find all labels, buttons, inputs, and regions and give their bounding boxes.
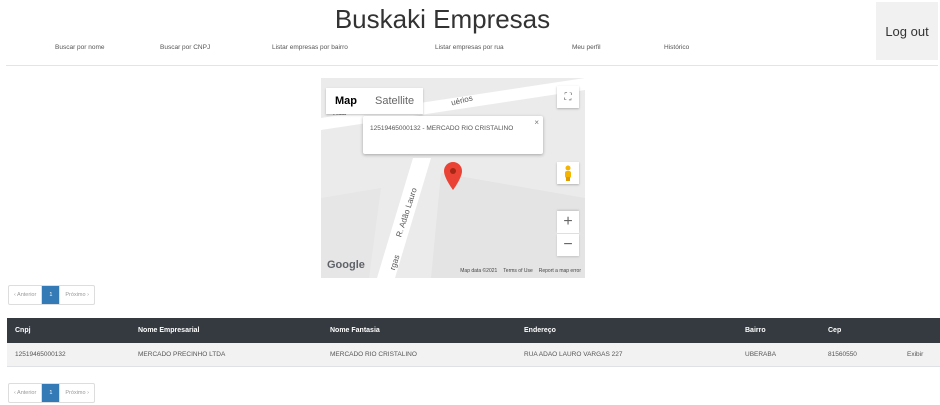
zoom-out-button[interactable]: −: [557, 234, 579, 256]
table-header: Cnpj Nome Empresarial Nome Fantasia Ende…: [7, 318, 940, 343]
next-page-button[interactable]: Próximo ›: [60, 384, 94, 402]
header-divider: [6, 65, 938, 66]
nav-buscar-cnpj[interactable]: Buscar por CNPJ: [160, 44, 210, 51]
prev-page-button[interactable]: ‹ Anterior: [9, 384, 43, 402]
current-page-button[interactable]: 1: [42, 384, 61, 402]
report-error-link[interactable]: Report a map error: [539, 268, 581, 274]
nav-listar-rua[interactable]: Listar empresas por rua: [435, 44, 504, 51]
pegman-icon[interactable]: [557, 162, 579, 184]
top-nav: Buscar por nome Buscar por CNPJ Listar e…: [0, 42, 870, 54]
close-icon[interactable]: ×: [534, 118, 539, 127]
map-type-tabs: Map Satellite: [326, 88, 424, 114]
nav-historico[interactable]: Histórico: [664, 44, 689, 51]
fullscreen-icon[interactable]: ⛶: [557, 86, 579, 108]
header-nome-empresarial: Nome Empresarial: [138, 327, 200, 334]
cell-endereco: RUA ADAO LAURO VARGAS 227: [524, 351, 623, 358]
terms-link[interactable]: Terms of Use: [503, 268, 532, 274]
current-page-button[interactable]: 1: [42, 286, 61, 304]
pagination-bottom: ‹ Anterior 1 Próximo ›: [8, 383, 95, 403]
nav-listar-bairro[interactable]: Listar empresas por bairro: [272, 44, 348, 51]
cell-nome-empresarial: MERCADO PRECINHO LTDA: [138, 351, 226, 358]
map-tab[interactable]: Map: [326, 88, 366, 114]
next-page-button[interactable]: Próximo ›: [60, 286, 94, 304]
page-title: Buskaki Empresas: [334, 4, 551, 34]
nav-meu-perfil[interactable]: Meu perfil: [572, 44, 601, 51]
header-nome-fantasia: Nome Fantasia: [330, 327, 380, 334]
header-endereco: Endereço: [524, 327, 556, 334]
google-logo: Google: [327, 259, 365, 271]
satellite-tab[interactable]: Satellite: [366, 88, 423, 114]
cell-bairro: UBERABA: [745, 351, 777, 358]
nav-buscar-nome[interactable]: Buscar por nome: [55, 44, 105, 51]
info-window-text: 12519465000132 - MERCADO RIO CRISTALINO: [370, 125, 514, 132]
cell-nome-fantasia: MERCADO RIO CRISTALINO: [330, 351, 417, 358]
header-cep: Cep: [828, 327, 842, 334]
info-window: 12519465000132 - MERCADO RIO CRISTALINO …: [363, 116, 543, 154]
header-bairro: Bairro: [745, 327, 766, 334]
table-row: 12519465000132 MERCADO PRECINHO LTDA MER…: [7, 343, 940, 367]
cell-cnpj: 12519465000132: [15, 351, 66, 358]
cell-cep: 81560550: [828, 351, 857, 358]
map-data-text: Map data ©2021: [460, 268, 498, 274]
exibir-button[interactable]: Exibir: [907, 343, 923, 366]
zoom-in-button[interactable]: +: [557, 211, 579, 233]
pagination-top: ‹ Anterior 1 Próximo ›: [8, 285, 95, 305]
results-table: Cnpj Nome Empresarial Nome Fantasia Ende…: [7, 318, 940, 367]
header-cnpj: Cnpj: [15, 327, 31, 334]
logout-button[interactable]: Log out: [876, 2, 938, 60]
map-marker-icon[interactable]: [444, 162, 462, 190]
map-attribution: Map data ©2021 Terms of Use Report a map…: [460, 268, 581, 274]
prev-page-button[interactable]: ‹ Anterior: [9, 286, 43, 304]
map-widget[interactable]: uérios Rua R. Adão Lauro rgas Map Satell…: [321, 78, 585, 278]
